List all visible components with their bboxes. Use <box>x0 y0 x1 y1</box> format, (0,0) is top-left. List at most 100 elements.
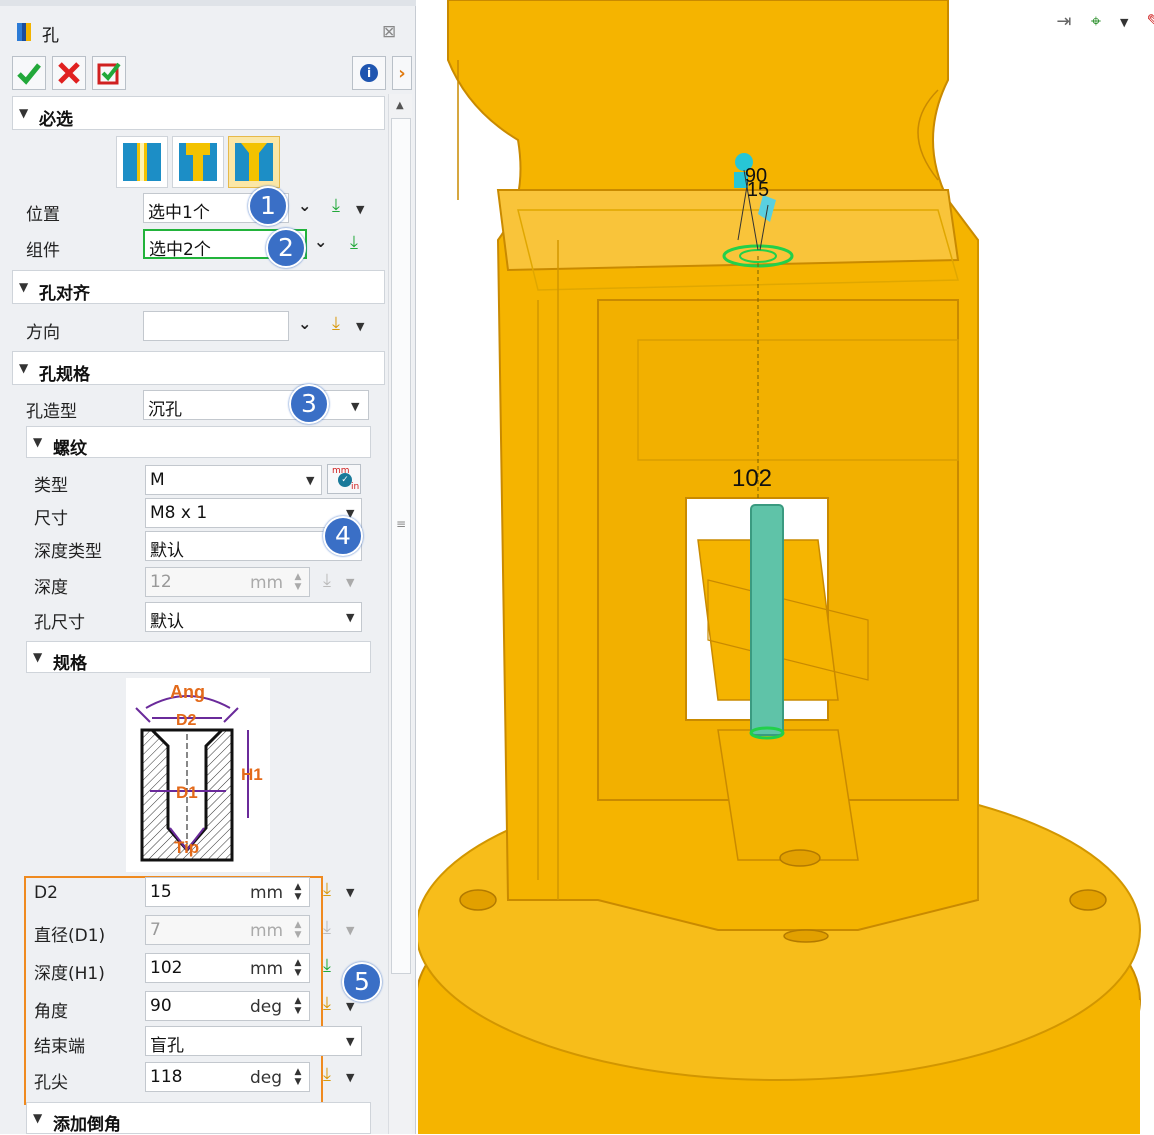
hole-size-select[interactable]: 默认 <box>145 602 362 632</box>
subsection-chamfer-title: 添加倒角 <box>53 1115 121 1135</box>
tip-stepper[interactable]: ▲ ▼ <box>292 1067 304 1087</box>
d1-field[interactable]: 7 <box>145 915 310 945</box>
dropdown-arrow-icon[interactable]: ▼ <box>356 320 364 333</box>
pick-icon[interactable]: ⤓ <box>326 314 346 336</box>
dropdown-arrow-icon[interactable]: ▼ <box>346 1000 354 1013</box>
subsection-chamfer[interactable]: ▼ 添加倒角 <box>26 1102 371 1135</box>
diagram-tip: Tip <box>174 838 199 857</box>
diagram-ang: Ang <box>170 682 205 702</box>
top-strip <box>0 0 416 6</box>
dropdown-arrow-icon[interactable]: ▼ <box>346 576 354 589</box>
hole-type-button-countersink[interactable] <box>228 136 280 188</box>
tip-field[interactable]: 118 <box>145 1062 310 1092</box>
hole-diagram: Ang D2 H1 D1 Tip <box>126 678 270 872</box>
angle-field[interactable]: 90 <box>145 991 310 1021</box>
ok-button[interactable] <box>12 56 46 90</box>
section-required-title: 必选 <box>39 110 73 130</box>
countersink-hole-icon <box>235 143 273 181</box>
panel-scrollbar[interactable]: ▲ ≡ <box>388 94 412 1134</box>
chevron-down-icon[interactable]: ⌄ <box>314 232 327 251</box>
hole-dialog: 孔 ⊠ i › ▼ 必选 位置 选中1个 ⌄ ⤓ ▼ 组件 选中2个 ⌄ ⤓ ▼ 孔… <box>0 0 416 1135</box>
chevron-down-icon[interactable]: ⌄ <box>298 196 311 215</box>
dropdown-arrow-icon[interactable]: ▼ <box>346 611 354 624</box>
dimension-102: 102 <box>732 465 772 492</box>
section-align-title: 孔对齐 <box>39 284 90 304</box>
section-spec[interactable]: ▼ 孔规格 <box>12 351 385 385</box>
subsection-thread[interactable]: ▼ 螺纹 <box>26 426 371 459</box>
hole-type-button-simple[interactable] <box>116 136 168 188</box>
pick-icon[interactable]: ⤓ <box>317 880 337 902</box>
direction-field[interactable] <box>143 311 289 341</box>
pin-icon[interactable]: ⊠ <box>382 22 396 42</box>
pick-icon[interactable]: ⤓ <box>344 233 364 255</box>
expand-button[interactable]: › <box>392 56 412 90</box>
d2-label: D2 <box>34 883 58 903</box>
angle-unit: deg <box>250 997 283 1017</box>
eraser-icon[interactable]: ✎ <box>1142 10 1154 34</box>
section-align[interactable]: ▼ 孔对齐 <box>12 270 385 304</box>
dropdown-arrow-icon[interactable]: ▼ <box>306 474 314 487</box>
angle-label: 角度 <box>34 1002 68 1022</box>
dropdown-arrow-icon[interactable]: ▼ <box>346 886 354 899</box>
d2-unit: mm <box>250 883 284 903</box>
d2-stepper[interactable]: ▲ ▼ <box>292 882 304 902</box>
hole-type-button-counterbore[interactable] <box>172 136 224 188</box>
dialog-titlebar: 孔 ⊠ <box>0 16 416 50</box>
hole-shape-select[interactable]: 沉孔 <box>143 390 369 420</box>
thread-type-select[interactable]: M <box>145 465 322 495</box>
d2-field[interactable]: 15 <box>145 877 310 907</box>
angle-stepper[interactable]: ▲ ▼ <box>292 996 304 1016</box>
counterbore-hole-icon <box>179 143 217 181</box>
dropdown-arrow-icon[interactable]: ▼ <box>346 924 354 937</box>
position-label: 位置 <box>26 205 60 225</box>
dropdown-arrow-icon[interactable]: ▼ <box>356 203 364 216</box>
collapse-icon: ▼ <box>33 650 43 664</box>
filter-icon[interactable]: ⌖ <box>1084 10 1108 34</box>
depth-stepper[interactable]: ▲ ▼ <box>292 572 304 592</box>
thread-standard-button[interactable]: mm ✓ in <box>327 464 361 494</box>
cross-icon <box>58 62 80 84</box>
scroll-thumb[interactable]: ≡ <box>391 118 411 974</box>
pick-icon[interactable]: ⤓ <box>317 571 337 593</box>
scroll-up-icon[interactable]: ▲ <box>396 100 404 111</box>
dropdown-arrow-icon[interactable]: ▼ <box>346 1071 354 1084</box>
collapse-icon: ▼ <box>19 361 29 375</box>
collapse-icon: ▼ <box>19 106 29 120</box>
exit-icon[interactable]: ⇥ <box>1052 10 1076 34</box>
chevron-down-icon[interactable]: ⌄ <box>298 314 311 333</box>
direction-label: 方向 <box>26 323 60 343</box>
step-badge-2: 2 <box>266 228 306 268</box>
dropdown-arrow-icon[interactable]: ▼ <box>1120 16 1128 29</box>
diagram-d1: D1 <box>176 783 198 802</box>
expand-arrow-icon: › <box>398 62 406 84</box>
subsection-dims[interactable]: ▼ 规格 <box>26 641 371 674</box>
dropdown-arrow-icon[interactable]: ▼ <box>351 400 359 413</box>
part-model[interactable]: 102 90 15 <box>418 0 1154 1134</box>
pick-icon[interactable]: ⤓ <box>317 994 337 1016</box>
step-badge-4: 4 <box>323 516 363 556</box>
step-badge-3: 3 <box>289 384 329 424</box>
dialog-title: 孔 <box>42 26 59 46</box>
d1-stepper[interactable]: ▲ ▼ <box>292 920 304 940</box>
cancel-button[interactable] <box>52 56 86 90</box>
section-required[interactable]: ▼ 必选 <box>12 96 385 130</box>
depth-unit: mm <box>250 573 284 593</box>
dropdown-arrow-icon[interactable]: ▼ <box>346 1035 354 1048</box>
h1-stepper[interactable]: ▲ ▼ <box>292 958 304 978</box>
collapse-icon: ▼ <box>33 435 43 449</box>
pick-icon[interactable]: ⤓ <box>317 918 337 940</box>
info-icon: i <box>360 64 378 82</box>
d1-unit: mm <box>250 921 284 941</box>
3d-viewport[interactable]: 102 90 15 ⇥ ⌖ ▼ ✎ ■ ■ ▼ □ ▼ ⊗ ▼ ⊚ ▼ ⊕ ▼ … <box>418 0 1154 1134</box>
hole-size-label: 孔尺寸 <box>34 613 85 633</box>
pick-icon[interactable]: ⤓ <box>317 1065 337 1087</box>
info-button[interactable]: i <box>352 56 386 90</box>
thread-check-icon: ✓ <box>338 473 352 487</box>
end-select[interactable]: 盲孔 <box>145 1026 362 1056</box>
thread-type-label: 类型 <box>34 476 68 496</box>
pick-icon[interactable]: ⤓ <box>326 196 346 218</box>
apply-button[interactable] <box>92 56 126 90</box>
pick-icon[interactable]: ⤓ <box>317 956 337 978</box>
h1-field[interactable]: 102 <box>145 953 310 983</box>
depth-field[interactable]: 12 <box>145 567 310 597</box>
